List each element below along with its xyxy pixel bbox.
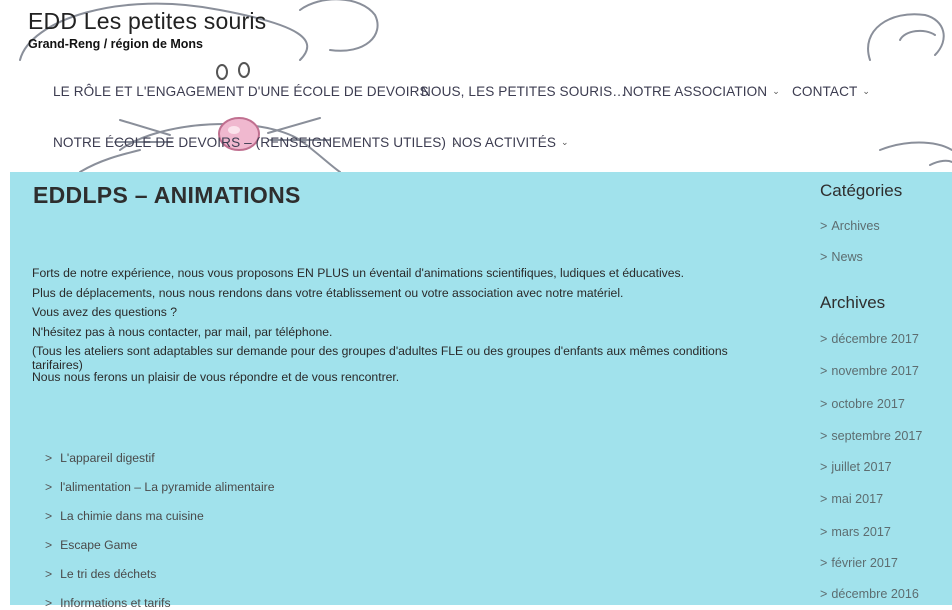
chevron-down-icon: ⌄: [772, 86, 780, 96]
list-item[interactable]: > La chimie dans ma cuisine: [45, 509, 204, 523]
intro-paragraph: (Tous les ateliers sont adaptables sur d…: [32, 344, 728, 372]
main-nav: LE RÔLE ET L'ENGAGEMENT D'UNE ÉCOLE DE D…: [0, 0, 952, 172]
sidebar-archive-link[interactable]: > décembre 2016: [820, 587, 919, 601]
chevron-right-icon: >: [820, 492, 828, 506]
intro-paragraph: Nous nous ferons un plaisir de vous répo…: [32, 370, 400, 384]
sidebar-link-label: octobre 2017: [831, 397, 905, 411]
chevron-down-icon: ⌄: [561, 137, 569, 147]
chevron-right-icon: >: [45, 509, 53, 523]
list-item-label: l'alimentation – La pyramide alimentaire: [60, 480, 275, 494]
chevron-right-icon: >: [820, 525, 828, 539]
categories-heading: Catégories: [820, 181, 903, 200]
chevron-right-icon: >: [820, 429, 828, 443]
nav-item-nous-petites-souris[interactable]: NOUS, LES PETITES SOURIS…: [421, 84, 626, 99]
intro-paragraph: N'hésitez pas à nous contacter, par mail…: [32, 325, 333, 339]
chevron-right-icon: >: [45, 451, 53, 465]
sidebar-link-label: News: [831, 250, 863, 264]
archives-heading: Archives: [820, 293, 886, 312]
list-item-label: L'appareil digestif: [60, 451, 155, 465]
chevron-right-icon: >: [45, 480, 53, 494]
chevron-right-icon: >: [820, 250, 828, 264]
sidebar-archive-link[interactable]: > février 2017: [820, 556, 898, 570]
nav-item-nos-activites[interactable]: NOS ACTIVITÉS ⌄: [452, 135, 569, 150]
list-item[interactable]: > L'appareil digestif: [45, 451, 155, 465]
sidebar-link-label: mars 2017: [831, 525, 891, 539]
list-item-label: Informations et tarifs: [60, 596, 171, 610]
sidebar-link-label: février 2017: [831, 556, 898, 570]
sidebar-category-link[interactable]: > Archives: [820, 219, 880, 233]
intro-paragraph: Plus de déplacements, nous nous rendons …: [32, 286, 624, 300]
sidebar-link-label: décembre 2016: [831, 587, 919, 601]
sidebar-archive-link[interactable]: > mars 2017: [820, 525, 891, 539]
nav-item-ecole-de-devoirs[interactable]: NOTRE ÉCOLE DE DEVOIRS – (RENSEIGNEMENTS…: [53, 135, 459, 150]
list-item-label: Le tri des déchets: [60, 567, 157, 581]
nav-item-label: NOUS, LES PETITES SOURIS…: [421, 84, 626, 99]
nav-item-label: CONTACT: [792, 84, 858, 99]
main-content: EDDLPS – ANIMATIONS Forts de notre expér…: [10, 172, 952, 610]
sidebar-archive-link[interactable]: > novembre 2017: [820, 364, 919, 378]
sidebar-link-label: septembre 2017: [831, 429, 923, 443]
page-title: EDDLPS – ANIMATIONS: [33, 182, 301, 208]
nav-item-label: NOS ACTIVITÉS: [452, 135, 557, 150]
sidebar-archive-link[interactable]: > mai 2017: [820, 492, 883, 506]
nav-item-notre-association[interactable]: NOTRE ASSOCIATION ⌄: [623, 84, 780, 99]
nav-item-contact[interactable]: CONTACT ⌄: [792, 84, 870, 99]
list-item[interactable]: > Escape Game: [45, 538, 137, 552]
chevron-right-icon: >: [820, 460, 828, 474]
nav-item-role-engagement[interactable]: LE RÔLE ET L'ENGAGEMENT D'UNE ÉCOLE DE D…: [53, 84, 429, 99]
chevron-right-icon: >: [820, 332, 828, 346]
chevron-right-icon: >: [820, 397, 828, 411]
site-header: EDD Les petites souris Grand-Reng / régi…: [0, 0, 952, 172]
chevron-right-icon: >: [820, 219, 828, 233]
sidebar-link-label: décembre 2017: [831, 332, 919, 346]
sidebar-archive-link[interactable]: > septembre 2017: [820, 429, 922, 443]
chevron-right-icon: >: [820, 556, 828, 570]
sidebar-link-label: mai 2017: [831, 492, 884, 506]
chevron-right-icon: >: [45, 567, 53, 581]
nav-item-label: LE RÔLE ET L'ENGAGEMENT D'UNE ÉCOLE DE D…: [53, 84, 429, 99]
sidebar-link-label: juillet 2017: [831, 460, 892, 474]
chevron-right-icon: >: [45, 596, 53, 610]
sidebar-category-link[interactable]: > News: [820, 250, 863, 264]
list-item[interactable]: > l'alimentation – La pyramide alimentair…: [45, 480, 275, 494]
list-item[interactable]: > Le tri des déchets: [45, 567, 156, 581]
sidebar-archive-link[interactable]: > juillet 2017: [820, 460, 892, 474]
sidebar-link-label: novembre 2017: [831, 364, 919, 378]
chevron-right-icon: >: [820, 364, 828, 378]
list-item-label: Escape Game: [60, 538, 138, 552]
sidebar-link-label: Archives: [831, 219, 880, 233]
chevron-down-icon: ⌄: [862, 86, 871, 96]
intro-paragraph: Vous avez des questions ?: [32, 305, 177, 319]
list-item-label: La chimie dans ma cuisine: [60, 509, 204, 523]
chevron-right-icon: >: [45, 538, 53, 552]
list-item[interactable]: > Informations et tarifs: [45, 596, 171, 610]
intro-paragraph: Forts de notre expérience, nous vous pro…: [32, 266, 685, 280]
nav-item-label: NOTRE ÉCOLE DE DEVOIRS – (RENSEIGNEMENTS…: [53, 135, 447, 150]
sidebar-archive-link[interactable]: > décembre 2017: [820, 332, 919, 346]
nav-item-label: NOTRE ASSOCIATION: [623, 84, 768, 99]
chevron-right-icon: >: [820, 587, 828, 601]
sidebar-archive-link[interactable]: > octobre 2017: [820, 397, 905, 411]
